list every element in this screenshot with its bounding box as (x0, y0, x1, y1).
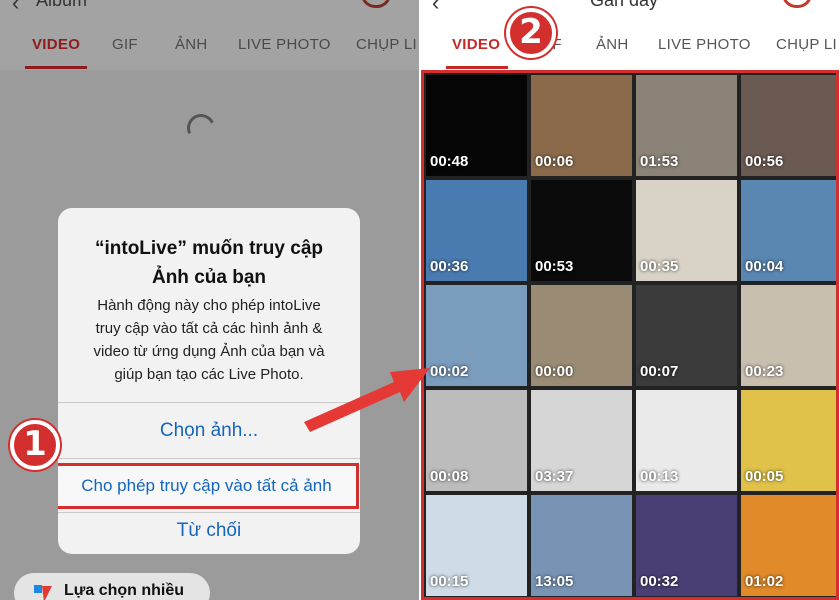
dialog-divider (58, 402, 360, 403)
video-thumbnail[interactable]: 00:36 (426, 180, 527, 281)
video-duration: 00:04 (745, 258, 784, 275)
top-bar: ‹ Album VIDEO GIF ẢNH LIVE PHOTO CHỤP LI (0, 0, 419, 70)
video-thumbnail[interactable]: 13:05 (531, 495, 632, 596)
multi-select-label: Lựa chọn nhiều (64, 582, 185, 599)
step-badge-2: 2 (506, 8, 556, 58)
video-duration: 00:23 (745, 363, 784, 380)
dialog-divider (58, 512, 360, 513)
dialog-title-line-2: Ảnh của bạn (151, 267, 266, 288)
video-duration: 00:48 (430, 153, 469, 170)
video-thumbnail[interactable]: 03:37 (531, 390, 632, 491)
tab-live-photo[interactable]: LIVE PHOTO (238, 36, 331, 53)
video-duration: 00:02 (430, 363, 469, 380)
dialog-divider (58, 458, 360, 459)
tab-photo[interactable]: ẢNH (175, 36, 208, 53)
tab-live-photo[interactable]: LIVE PHOTO (658, 36, 751, 53)
video-duration: 00:13 (640, 468, 679, 485)
dialog-message-line-1: Hành động này cho phép intoLive (97, 297, 321, 314)
right-screen: ‹ Gần đây VIDEO GIF ẢNH LIVE PHOTO CHỤP … (420, 0, 840, 600)
video-duration: 00:56 (745, 153, 784, 170)
video-thumbnail[interactable]: 00:15 (426, 495, 527, 596)
back-chevron-icon[interactable]: ‹ (12, 0, 19, 16)
video-thumbnail[interactable]: 00:23 (741, 285, 836, 386)
tab-capture[interactable]: CHỤP LI (356, 36, 417, 53)
video-thumbnail[interactable]: 00:32 (636, 495, 737, 596)
video-duration: 00:05 (745, 468, 784, 485)
gear-icon[interactable] (782, 0, 812, 8)
tab-bar: VIDEO GIF ẢNH LIVE PHOTO CHỤP LI (0, 30, 419, 60)
tab-video[interactable]: VIDEO (452, 36, 500, 53)
video-thumbnail[interactable]: 00:53 (531, 180, 632, 281)
allow-all-photos-button[interactable]: Cho phép truy cập vào tất cả ảnh (58, 463, 359, 509)
video-thumbnail[interactable]: 00:06 (531, 75, 632, 176)
video-thumbnail[interactable]: 00:08 (426, 390, 527, 491)
video-grid: 00:48 00:06 01:53 00:56 00:36 00:53 00:35 00:04… (421, 70, 839, 600)
tab-gif[interactable]: GIF (112, 36, 138, 53)
dialog-message-line-4: giúp bạn tạo các Live Photo. (114, 366, 304, 383)
permission-dialog: “intoLive” muốn truy cập Ảnh của bạn Hàn… (58, 208, 360, 554)
video-thumbnail[interactable]: 00:56 (741, 75, 836, 176)
video-duration: 00:35 (640, 258, 679, 275)
album-title: Gần đây (590, 0, 659, 10)
video-thumbnail[interactable]: 00:04 (741, 180, 836, 281)
video-duration: 00:36 (430, 258, 469, 275)
tab-capture[interactable]: CHỤP LI (776, 36, 837, 53)
back-label[interactable]: Album (36, 0, 87, 11)
video-duration: 00:00 (535, 363, 574, 380)
dialog-message-line-3: video từ ứng dụng Ảnh của bạn và (93, 343, 325, 360)
top-bar: ‹ Gần đây VIDEO GIF ẢNH LIVE PHOTO CHỤP … (420, 0, 840, 70)
select-photos-button[interactable]: Chọn ảnh... (58, 420, 360, 442)
step-badge-1: 1 (10, 420, 60, 470)
video-duration: 01:53 (640, 153, 679, 170)
video-duration: 00:15 (430, 573, 469, 590)
left-screen: ‹ Album VIDEO GIF ẢNH LIVE PHOTO CHỤP LI… (0, 0, 419, 600)
video-duration: 13:05 (535, 573, 574, 590)
deny-button[interactable]: Từ chối (58, 520, 360, 542)
dialog-message-line-2: truy cập vào tất cả các hình ảnh & (95, 320, 323, 337)
video-duration: 00:53 (535, 258, 574, 275)
back-chevron-icon[interactable]: ‹ (432, 0, 439, 16)
video-thumbnail[interactable]: 00:07 (636, 285, 737, 386)
tab-photo[interactable]: ẢNH (596, 36, 629, 53)
video-duration: 00:08 (430, 468, 469, 485)
video-thumbnail[interactable]: 01:53 (636, 75, 737, 176)
gear-icon[interactable] (361, 0, 391, 8)
video-thumbnail[interactable]: 01:02 (741, 495, 836, 596)
video-thumbnail[interactable]: 00:05 (741, 390, 836, 491)
tab-video[interactable]: VIDEO (32, 36, 80, 53)
tutorial-composite: ‹ Album VIDEO GIF ẢNH LIVE PHOTO CHỤP LI… (0, 0, 840, 600)
video-duration: 01:02 (745, 573, 784, 590)
tab-bar: VIDEO GIF ẢNH LIVE PHOTO CHỤP LI (420, 30, 840, 60)
dialog-message: Hành động này cho phép intoLive truy cập… (58, 294, 360, 386)
video-duration: 00:32 (640, 573, 679, 590)
video-thumbnail[interactable]: 00:35 (636, 180, 737, 281)
video-duration: 00:07 (640, 363, 679, 380)
active-tab-indicator (25, 66, 87, 69)
multi-select-button[interactable]: Lựa chọn nhiều (14, 573, 210, 600)
video-duration: 03:37 (535, 468, 574, 485)
dialog-title: “intoLive” muốn truy cập Ảnh của bạn (58, 234, 360, 292)
video-thumbnail[interactable]: 00:00 (531, 285, 632, 386)
video-thumbnail[interactable]: 00:02 (426, 285, 527, 386)
dialog-title-line-1: “intoLive” muốn truy cập (94, 238, 324, 259)
video-thumbnail[interactable]: 00:48 (426, 75, 527, 176)
loading-spinner-icon (183, 110, 219, 146)
video-duration: 00:06 (535, 153, 574, 170)
multi-select-icon (34, 585, 52, 600)
active-tab-indicator (446, 66, 508, 69)
video-thumbnail[interactable]: 00:13 (636, 390, 737, 491)
